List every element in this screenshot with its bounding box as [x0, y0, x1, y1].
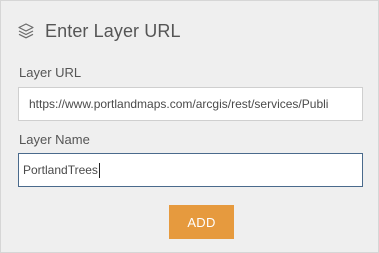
- add-button[interactable]: ADD: [169, 205, 234, 239]
- layer-name-input[interactable]: PortlandTrees: [18, 153, 363, 187]
- layer-url-value: https://www.portlandmaps.com/arcgis/rest…: [29, 97, 329, 111]
- add-layer-panel: Enter Layer URL Layer URL https://www.po…: [0, 0, 379, 253]
- text-caret: [98, 162, 100, 178]
- panel-header: Enter Layer URL: [17, 18, 181, 44]
- layer-name-label: Layer Name: [19, 132, 90, 147]
- panel-title: Enter Layer URL: [45, 20, 181, 41]
- layer-url-input[interactable]: https://www.portlandmaps.com/arcgis/rest…: [18, 87, 363, 121]
- layer-name-value: PortlandTrees: [23, 163, 98, 177]
- layers-icon: [17, 22, 35, 40]
- layer-url-label: Layer URL: [19, 65, 82, 80]
